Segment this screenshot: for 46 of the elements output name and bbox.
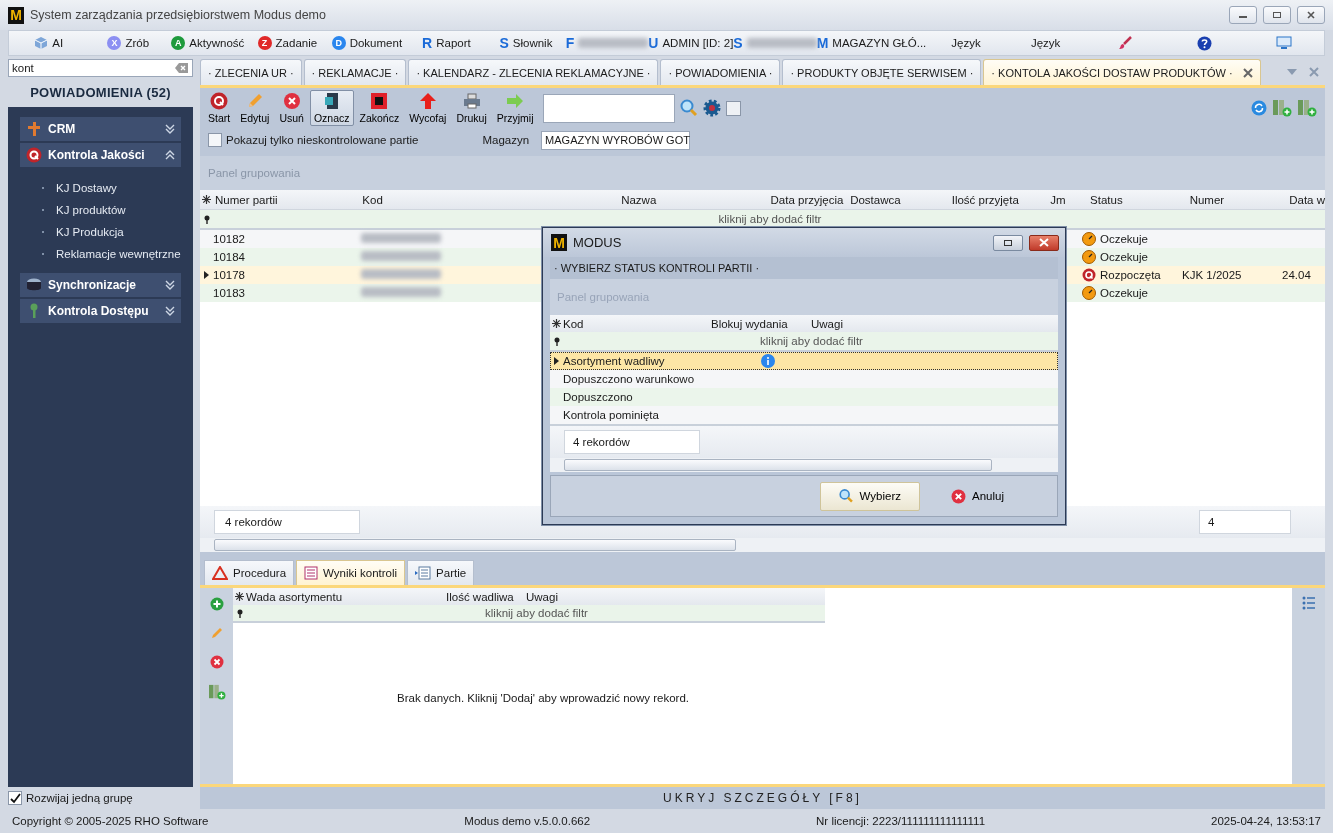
table-cell-text: 10178	[213, 269, 246, 281]
record-count: 4 rekordów	[564, 430, 700, 454]
table-cell: Oczekuje	[1100, 287, 1148, 299]
notifications-title: POWIADOMIENIA (52)	[29, 84, 172, 102]
table-cell-text: 10182	[213, 233, 246, 245]
table-cell: KJK 1/2025	[1182, 269, 1242, 281]
menu-letter: S	[499, 35, 509, 51]
dialog-title: MODUS	[573, 235, 622, 250]
table-cell-text: Asortyment wadliwy	[563, 355, 666, 367]
record-count: 4 rekordów	[214, 510, 360, 534]
table-cell-text: Kontrola pominięta	[563, 409, 660, 421]
table-cell: Oczekuje	[1100, 251, 1148, 263]
status-text: Modus demo v.5.0.0.662	[464, 815, 591, 827]
table-cell-text: 10184	[213, 251, 246, 263]
menu-letter: U	[648, 35, 659, 51]
summary-value: 4	[1199, 510, 1291, 534]
status-text: Copyright © 2005-2025 RHO Software	[12, 815, 209, 827]
letter-badge: X	[107, 36, 122, 50]
menu-letter: R	[422, 35, 433, 51]
group-label: CRM	[48, 122, 77, 136]
letter-badge: D	[331, 36, 346, 50]
table-cell: Oczekuje	[1100, 233, 1148, 245]
table-cell-text: Dopuszczono	[563, 391, 634, 403]
status-text: Nr licencji: 2223/111111111111111	[816, 815, 986, 827]
letter-badge: Z	[257, 36, 272, 50]
status-text: 2025-04-24, 13:53:17	[1211, 815, 1321, 827]
empty-message: Brak danych. Kliknij 'Dodaj' aby wprowadzić nowy rekord.	[397, 691, 690, 704]
table-cell-text: 10183	[213, 287, 246, 299]
app-logo: M	[551, 234, 567, 251]
group-panel: Panel grupowania	[200, 156, 1325, 190]
menu-letter: M	[816, 35, 829, 51]
field-label: Magazyn	[482, 134, 530, 146]
group-label: Kontrola Dostępu	[48, 304, 150, 318]
table-cell: 24.04	[1282, 269, 1311, 281]
menu-letter: S	[733, 35, 743, 51]
menu-letter: F	[565, 35, 575, 51]
table-cell: Rozpoczęta	[1100, 269, 1161, 281]
checkbox-label: Rozwijaj jedną grupę	[26, 792, 133, 804]
table-cell-text: Dopuszczono warunkowo	[563, 373, 696, 385]
section-title: · WYBIERZ STATUS KONTROLI PARTII ·	[550, 257, 1058, 279]
app-logo: M	[8, 6, 24, 24]
checkbox-label: Pokazuj tylko nieskontrolowane partie	[226, 134, 419, 146]
window-title: System zarządzania przedsiębiorstwem Modus demo	[30, 8, 326, 22]
group-label: Synchronizacje	[48, 278, 138, 292]
letter-badge: A	[171, 36, 186, 50]
group-label: Kontrola Jakości	[48, 148, 146, 162]
